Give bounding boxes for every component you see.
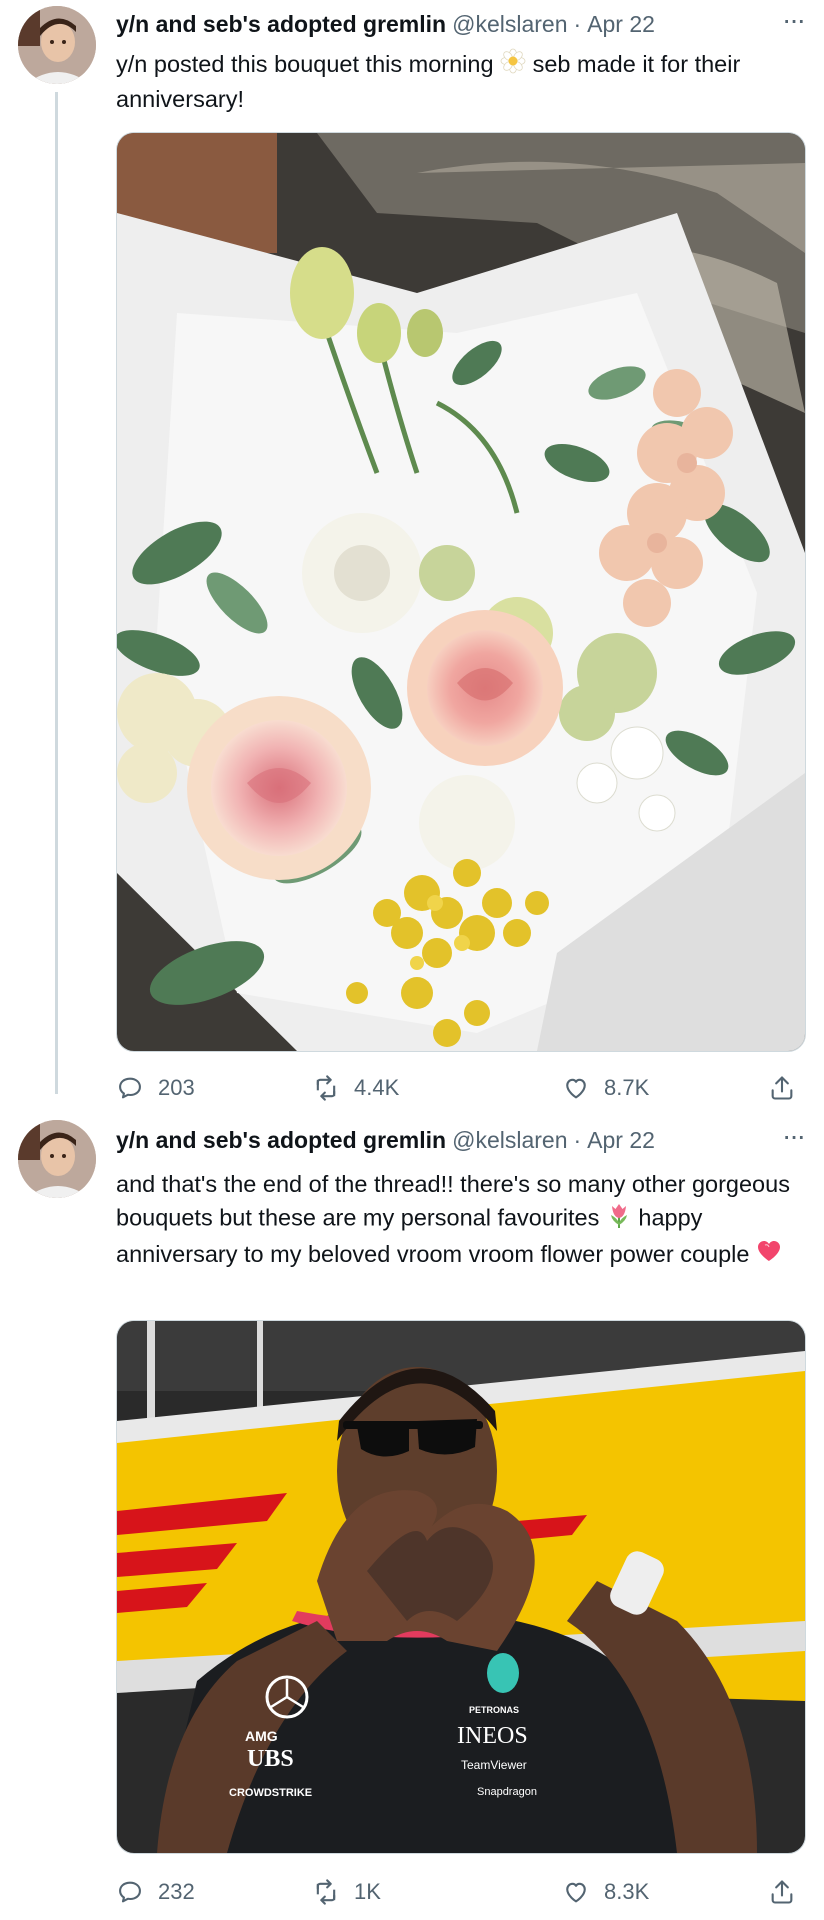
like-button[interactable]: 8.7K [562,1068,649,1108]
tweet-date[interactable]: Apr 22 [587,11,655,38]
display-name[interactable]: y/n and seb's adopted gremlin [116,1127,446,1154]
heart-icon [566,1882,586,1903]
tweet-1-actions: 203 4.4K 8.7K [116,1068,804,1108]
tweet-text-part1: y/n posted this bouquet this morning [116,51,501,77]
reply-icon [119,1077,141,1099]
avatar[interactable] [18,1120,96,1198]
tweet-text: y/n posted this bouquet this morning seb… [116,48,804,116]
avatar[interactable] [18,6,96,84]
shirt-logo-amg: AMG [245,1728,278,1744]
reply-button[interactable]: 232 [116,1872,195,1912]
retweet-count: 1K [354,1879,381,1904]
tulip-emoji-icon [606,1201,632,1238]
reply-icon [119,1881,141,1903]
shirt-logo-crowdstrike: CROWDSTRIKE [229,1787,312,1799]
like-button[interactable]: 8.3K [562,1872,649,1912]
share-button[interactable] [768,1872,810,1912]
separator: · [573,1126,582,1153]
tweet-2[interactable]: y/n and seb's adopted gremlin @kelslaren… [0,1110,824,1920]
share-icon [771,1880,793,1904]
retweet-button[interactable]: 1K [312,1872,381,1912]
thread-connector-line [55,92,58,1094]
retweet-icon [316,1879,336,1905]
handle[interactable]: @kelslaren [452,1127,567,1154]
heart-emoji-icon [756,1239,782,1272]
display-name[interactable]: y/n and seb's adopted gremlin [116,11,446,38]
retweet-count: 4.4K [354,1075,400,1100]
separator: · [573,10,582,37]
like-count: 8.7K [604,1075,650,1100]
tweet-header: y/n and seb's adopted gremlin @kelslaren… [116,4,806,40]
tweet-1[interactable]: y/n and seb's adopted gremlin @kelslaren… [0,0,824,1101]
reply-button[interactable]: 203 [116,1068,195,1108]
shirt-logo-snapdragon: Snapdragon [477,1786,537,1798]
heart-hands-photo[interactable]: AMG UBS CROWDSTRIKE PETRONAS INEOS TeamV… [116,1320,806,1854]
tweet-text: and that's the end of the thread!! there… [116,1168,804,1272]
bouquet-photo[interactable] [116,132,806,1052]
flower-emoji-icon [500,48,526,83]
more-options-icon[interactable]: ··· [782,4,806,36]
reply-count: 203 [158,1075,195,1100]
share-button[interactable] [768,1068,810,1108]
shirt-logo-ineos: INEOS [457,1723,528,1749]
heart-icon [566,1078,586,1099]
retweet-icon [316,1075,336,1101]
handle[interactable]: @kelslaren [452,11,567,38]
retweet-button[interactable]: 4.4K [312,1068,399,1108]
reply-count: 232 [158,1879,195,1904]
tweet-header: y/n and seb's adopted gremlin @kelslaren… [116,1120,806,1156]
shirt-logo-petronas: PETRONAS [469,1705,519,1715]
share-icon [771,1076,793,1100]
shirt-logo-ubs: UBS [247,1746,294,1772]
tweet-2-actions: 232 1K 8.3K [116,1872,804,1912]
shirt-logo-teamviewer: TeamViewer [461,1758,527,1772]
tweet-date[interactable]: Apr 22 [587,1127,655,1154]
like-count: 8.3K [604,1879,650,1904]
more-options-icon[interactable]: ··· [782,1120,806,1152]
